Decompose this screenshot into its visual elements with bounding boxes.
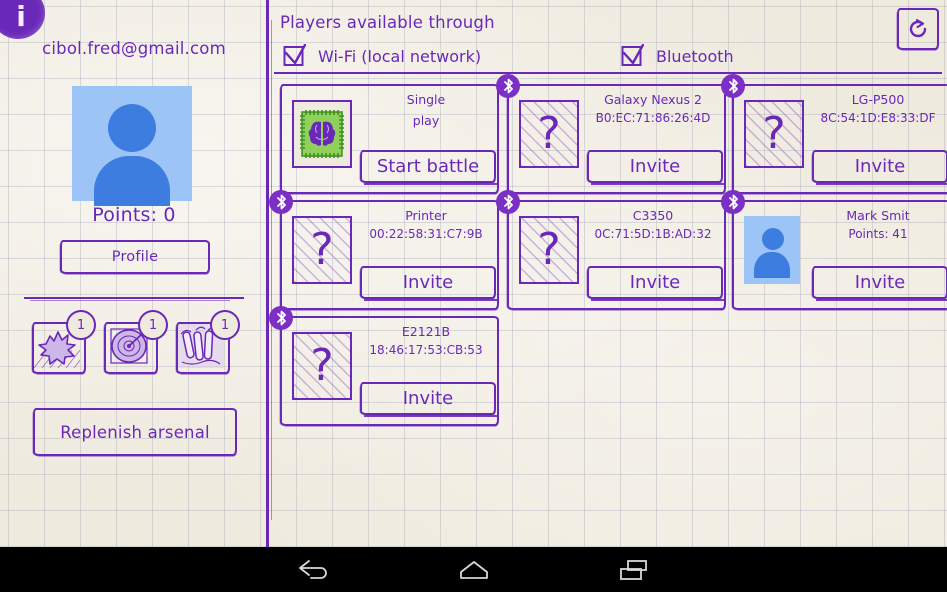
refresh-icon[interactable]: [897, 8, 939, 50]
invite-button[interactable]: Invite: [812, 150, 947, 183]
recent-apps-icon[interactable]: [574, 547, 694, 592]
replenish-arsenal-button[interactable]: Replenish arsenal: [33, 408, 237, 456]
avatar: [72, 86, 192, 201]
card-body: Printer 00:22:58:31:C7:9B Invite: [360, 208, 492, 304]
card-body: LG-P500 8C:54:1D:E8:33:DF Invite: [812, 92, 944, 188]
player-card-c3350[interactable]: ? C3350 0C:71:5D:1B:AD:32 Invite: [507, 200, 726, 310]
player-address: 8C:54:1D:E8:33:DF: [812, 111, 944, 125]
bluetooth-icon: [496, 190, 520, 214]
ai-brain-chip-icon: [292, 100, 352, 168]
player-name: LG-P500: [812, 92, 944, 108]
avatar-head: [108, 104, 156, 152]
player-name: Printer: [360, 208, 492, 224]
bluetooth-icon: [269, 190, 293, 214]
player-name: Single: [360, 92, 492, 108]
player-card-grid: Single play Start battle ? Galaxy Nexus …: [280, 84, 947, 444]
card-body: Single play Start battle: [360, 92, 492, 188]
invite-button[interactable]: Invite: [360, 382, 496, 415]
bluetooth-icon: [721, 74, 745, 98]
account-email: cibol.fred@gmail.com: [0, 39, 268, 58]
players-panel: Players available through Wi-Fi (local n…: [268, 0, 947, 547]
bluetooth-icon: [721, 190, 745, 214]
filter-wifi[interactable]: Wi-Fi (local network): [282, 44, 481, 68]
back-icon[interactable]: [254, 547, 374, 592]
checkbox-checked-icon[interactable]: [282, 44, 306, 68]
avatar-body: [94, 156, 170, 206]
arsenal-item-radar[interactable]: 1: [104, 322, 156, 374]
arsenal-count-badge: 1: [210, 310, 240, 340]
info-icon[interactable]: i: [0, 0, 45, 39]
player-card-lg-p500[interactable]: ? LG-P500 8C:54:1D:E8:33:DF Invite: [732, 84, 947, 194]
card-body: Mark Smit Points: 41 Invite: [812, 208, 944, 304]
invite-button[interactable]: Invite: [360, 266, 496, 299]
player-name-line2: play: [360, 113, 492, 129]
player-name: C3350: [587, 208, 719, 224]
card-body: E2121B 18:46:17:53:CB:53 Invite: [360, 324, 492, 420]
player-card-mark-smit[interactable]: Mark Smit Points: 41 Invite: [732, 200, 947, 310]
arsenal-count-badge: 1: [138, 310, 168, 340]
player-name: Galaxy Nexus 2: [587, 92, 719, 108]
info-glyph: i: [10, 3, 26, 39]
player-card-printer[interactable]: ? Printer 00:22:58:31:C7:9B Invite: [280, 200, 499, 310]
player-address: 00:22:58:31:C7:9B: [360, 227, 492, 241]
home-icon[interactable]: [414, 547, 534, 592]
filter-wifi-label: Wi-Fi (local network): [318, 47, 481, 66]
start-battle-button[interactable]: Start battle: [360, 150, 496, 183]
arsenal-count-badge: 1: [66, 310, 96, 340]
invite-button[interactable]: Invite: [587, 266, 723, 299]
android-navigation-bar: [0, 547, 947, 592]
header-rule: [274, 72, 942, 74]
question-mark-icon: ?: [292, 332, 352, 400]
points-label: Points: 0: [0, 204, 268, 226]
player-points: Points: 41: [812, 227, 944, 241]
bluetooth-icon: [496, 74, 520, 98]
question-mark-icon: ?: [519, 100, 579, 168]
profile-button[interactable]: Profile: [60, 240, 210, 274]
player-name: E2121B: [360, 324, 492, 340]
player-card-single-play[interactable]: Single play Start battle: [280, 84, 499, 194]
app-root: i cibol.fred@gmail.com Points: 0 Profile: [0, 0, 947, 592]
person-avatar-icon: [744, 216, 800, 284]
sidebar: i cibol.fred@gmail.com Points: 0 Profile: [0, 0, 268, 547]
arsenal-icon-row: 1 1: [32, 316, 247, 378]
question-mark-icon: ?: [292, 216, 352, 284]
invite-button[interactable]: Invite: [587, 150, 723, 183]
question-mark-icon: ?: [744, 100, 804, 168]
bluetooth-icon: [269, 306, 293, 330]
card-body: C3350 0C:71:5D:1B:AD:32 Invite: [587, 208, 719, 304]
player-address: B0:EC:71:86:26:4D: [587, 111, 719, 125]
arsenal-item-torpedo[interactable]: 1: [176, 322, 228, 374]
question-mark-icon: ?: [519, 216, 579, 284]
invite-button[interactable]: Invite: [812, 266, 947, 299]
player-name: Mark Smit: [812, 208, 944, 224]
checkbox-checked-icon[interactable]: [620, 44, 644, 68]
filter-bluetooth-label: Bluetooth: [656, 47, 734, 66]
player-card-galaxy-nexus-2[interactable]: ? Galaxy Nexus 2 B0:EC:71:86:26:4D Invit…: [507, 84, 726, 194]
page-title: Players available through: [280, 13, 495, 32]
sidebar-divider: [24, 297, 244, 299]
avatar-head: [762, 228, 784, 250]
card-body: Galaxy Nexus 2 B0:EC:71:86:26:4D Invite: [587, 92, 719, 188]
player-address: 18:46:17:53:CB:53: [360, 343, 492, 357]
avatar-body: [754, 252, 790, 278]
player-card-e2121b[interactable]: ? E2121B 18:46:17:53:CB:53 Invite: [280, 316, 499, 426]
filter-bluetooth[interactable]: Bluetooth: [620, 44, 734, 68]
arsenal-item-mine[interactable]: 1: [32, 322, 84, 374]
player-address: 0C:71:5D:1B:AD:32: [587, 227, 719, 241]
